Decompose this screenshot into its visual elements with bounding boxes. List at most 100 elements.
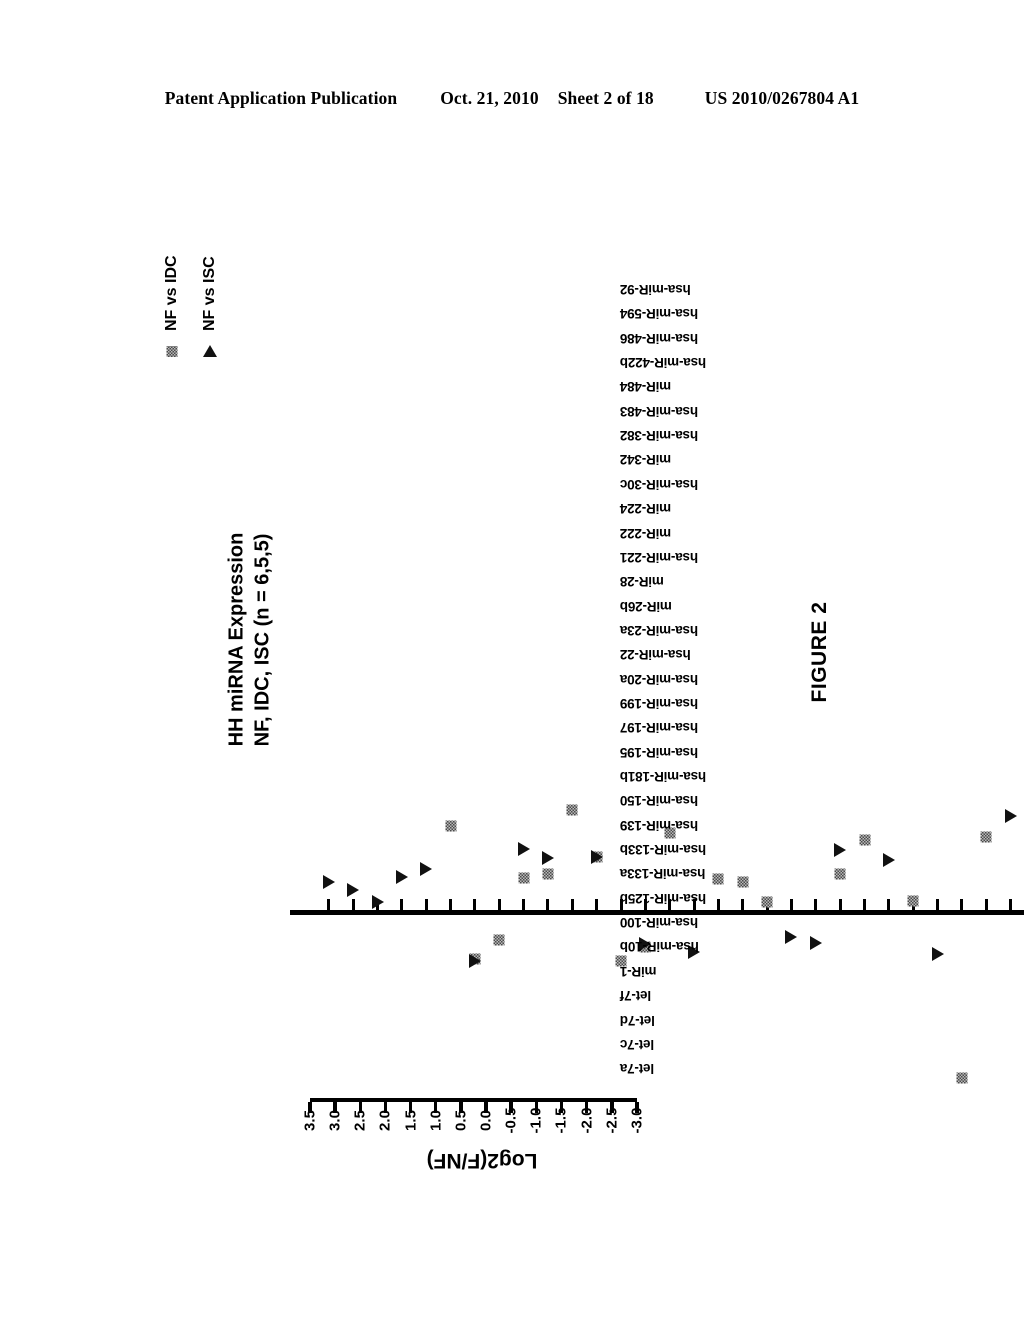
- category-label: hsa-miR-594: [620, 306, 699, 322]
- category-tick: [522, 899, 526, 911]
- value-tick-label: 1.5: [402, 1110, 420, 1131]
- category-label: hsa-miR-382: [620, 428, 699, 444]
- value-tick-label: -1.5: [552, 1107, 570, 1134]
- triangle-marker-icon: [1004, 809, 1017, 824]
- category-tick: [863, 899, 866, 911]
- triangle-marker-icon: [590, 849, 603, 864]
- category-tick: [546, 899, 550, 911]
- category-tick: [814, 899, 818, 911]
- category-tick: [424, 899, 428, 911]
- triangle-marker-icon: [347, 883, 360, 898]
- category-label: hsa-miR-30c: [620, 476, 699, 492]
- category-label: hsa-miR-139: [620, 817, 699, 833]
- category-label: miR-28: [620, 574, 664, 590]
- value-tick-label: 3.0: [326, 1110, 344, 1131]
- category-tick: [595, 899, 599, 911]
- square-marker-icon: [166, 346, 178, 357]
- category-tick: [473, 899, 477, 911]
- square-marker-icon: [834, 868, 846, 880]
- legend-label-nf-vs-idc: NF vs IDC: [163, 255, 180, 331]
- category-tick: [449, 899, 453, 911]
- value-tick-label: 2.0: [376, 1110, 394, 1131]
- category-label: miR-342: [620, 452, 672, 468]
- value-tick-label: 3.5: [301, 1110, 319, 1131]
- chart-title-line-1: HH miRNA Expression: [225, 532, 248, 747]
- category-label: let-7f: [620, 988, 652, 1004]
- chart-title: HH miRNA Expression NF, IDC, ISC (n = 6,…: [224, 426, 277, 747]
- category-label: let-7a: [620, 1061, 655, 1077]
- category-label: let-7d: [620, 1012, 655, 1028]
- chart-title-line-2: NF, IDC, ISC (n = 6,5,5): [252, 533, 274, 747]
- square-marker-icon: [907, 895, 919, 907]
- category-label: hsa-miR-486: [620, 330, 699, 346]
- triangle-marker-icon: [322, 874, 335, 889]
- category-tick: [887, 899, 891, 911]
- legend-label-nf-vs-isc: NF vs ISC: [201, 256, 218, 331]
- value-tick-label: 0.5: [452, 1110, 470, 1131]
- triangle-marker-icon: [809, 936, 822, 951]
- triangle-marker-icon: [420, 861, 433, 876]
- value-axis-title: Log2(F/NF): [426, 1149, 538, 1172]
- square-marker-icon: [980, 831, 992, 843]
- triangle-marker-icon: [395, 869, 408, 884]
- category-label: miR-1: [620, 963, 657, 979]
- square-marker-icon: [518, 872, 530, 884]
- category-label: hsa-miR-125b: [620, 890, 707, 906]
- value-tick-label: 0.0: [477, 1110, 495, 1131]
- category-tick: [327, 899, 331, 911]
- category-label: miR-222: [620, 525, 672, 541]
- triangle-marker-icon: [882, 853, 895, 868]
- category-tick: [570, 899, 574, 911]
- square-marker-icon: [445, 820, 457, 832]
- square-marker-icon: [859, 834, 870, 846]
- category-label: hsa-miR-133b: [620, 842, 707, 858]
- square-marker-icon: [956, 1072, 968, 1084]
- triangle-marker-icon: [468, 953, 481, 968]
- triangle-marker-icon: [371, 894, 384, 909]
- figure-caption: FIGURE 2: [808, 601, 831, 703]
- legend-item-nf-vs-isc: NF vs ISC: [197, 217, 223, 357]
- category-tick: [984, 899, 988, 911]
- square-marker-icon: [493, 934, 505, 946]
- category-label: miR-224: [620, 501, 672, 517]
- triangle-marker-icon: [834, 843, 847, 858]
- square-marker-icon: [542, 868, 554, 880]
- category-label: hsa-miR-150: [620, 793, 699, 809]
- category-label: hsa-miR-199: [620, 695, 699, 711]
- category-label: miR-26b: [620, 598, 672, 614]
- value-tick-label: -2.0: [578, 1107, 596, 1134]
- category-label: hsa-miR-10b: [620, 939, 699, 955]
- value-tick-label: -3.0: [628, 1107, 646, 1134]
- value-tick-label: -0.5: [502, 1107, 520, 1134]
- category-label: hsa-miR-422b: [620, 355, 707, 371]
- category-label: hsa-miR-195: [620, 744, 699, 760]
- triangle-marker-icon: [931, 947, 944, 962]
- category-label: hsa-miR-133a: [620, 866, 706, 882]
- figure-2: HH miRNA Expression NF, IDC, ISC (n = 6,…: [0, 0, 1024, 1320]
- value-tick-label: 2.5: [351, 1110, 369, 1131]
- category-tick: [400, 899, 404, 911]
- category-tick: [936, 899, 940, 911]
- category-label: hsa-miR-221: [620, 549, 699, 565]
- category-tick: [838, 899, 842, 911]
- category-tick: [960, 899, 964, 911]
- category-label: hsa-miR-23a: [620, 622, 699, 638]
- triangle-marker-icon: [517, 841, 530, 856]
- value-tick-label: -1.0: [527, 1107, 545, 1134]
- category-tick: [351, 899, 355, 911]
- category-label: hsa-miR-20a: [620, 671, 699, 687]
- triangle-marker-icon: [203, 345, 217, 357]
- value-tick-label: -2.5: [603, 1107, 621, 1134]
- category-label: hsa-miR-22: [620, 647, 691, 663]
- category-label: hsa-miR-92: [620, 282, 691, 297]
- category-label: miR-484: [620, 379, 672, 395]
- legend-item-nf-vs-idc: NF vs IDC: [159, 217, 185, 357]
- category-label: let-7c: [620, 1036, 655, 1052]
- value-tick-label: 1.0: [427, 1110, 445, 1131]
- category-tick: [497, 899, 501, 911]
- category-label: hsa-miR-100: [620, 915, 699, 931]
- category-label: hsa-miR-483: [620, 403, 699, 419]
- triangle-marker-icon: [541, 850, 554, 865]
- category-label: hsa-miR-197: [620, 720, 699, 736]
- square-marker-icon: [566, 804, 578, 816]
